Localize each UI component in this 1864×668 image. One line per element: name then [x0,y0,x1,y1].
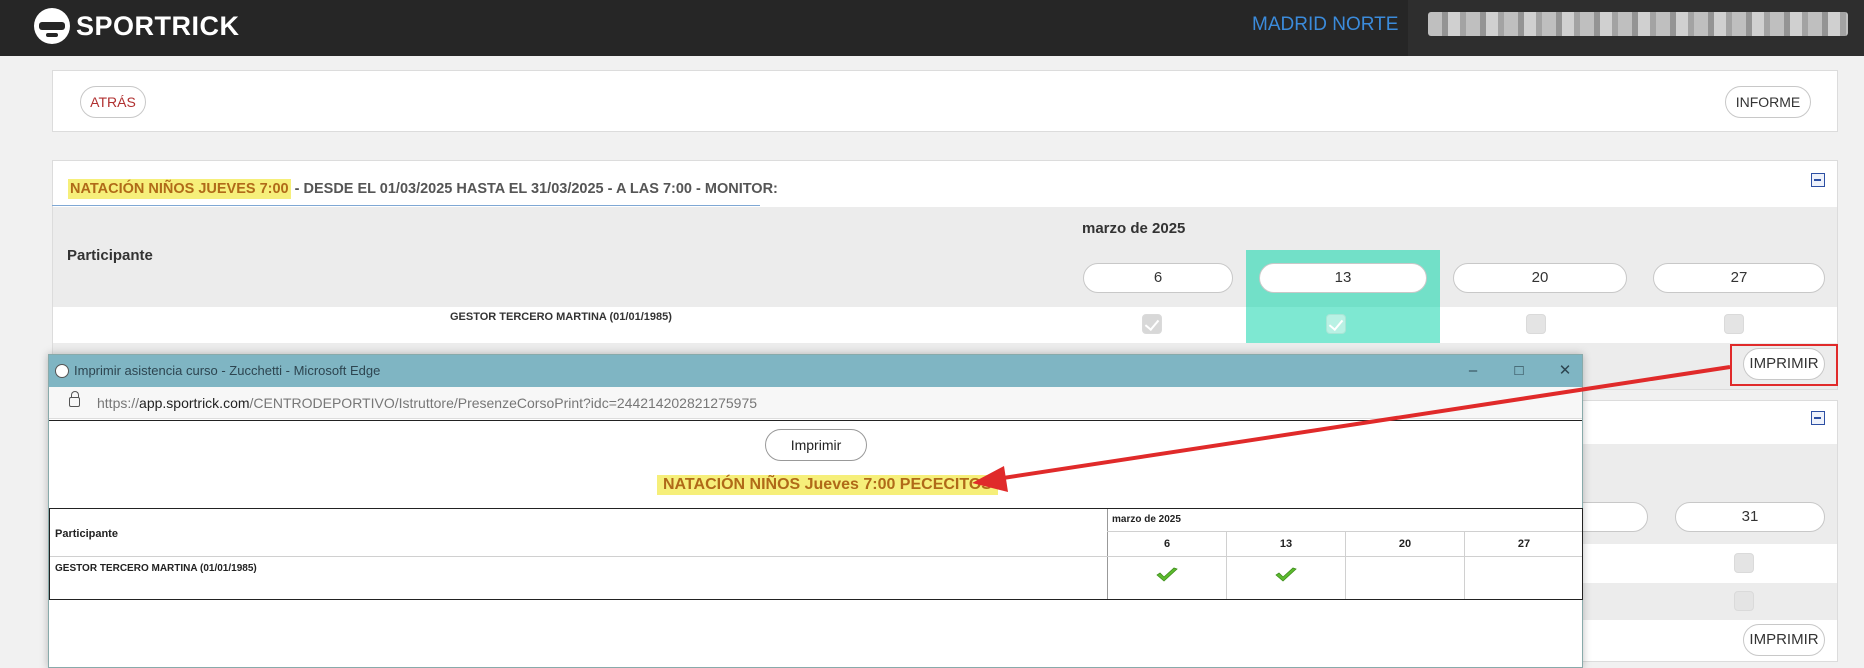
print-date-6: 6 [1163,538,1171,550]
close-icon[interactable]: ✕ [1555,361,1575,381]
course-title-highlight: NATACIÓN NIÑOS JUEVES 7:00 [68,179,291,199]
attendance-checkbox-6[interactable] [1142,314,1162,334]
print-date-13: 13 [1279,538,1293,550]
blurred-user-info [1428,12,1848,36]
print-date-20: 20 [1398,538,1412,550]
attendance-checkbox-2a[interactable] [1734,553,1754,573]
logo[interactable]: SPORTRICK [34,6,240,46]
maximize-icon[interactable]: □ [1509,361,1529,381]
annotation-highlight-box [1730,344,1838,386]
collapse-icon[interactable] [1811,173,1825,187]
print-popup-window: Imprimir asistencia curso - Zucchetti - … [48,354,1583,668]
print-month-label: marzo de 2025 [1112,514,1181,525]
logo-text: SPORTRICK [76,10,240,41]
participant-name: GESTOR TERCERO MARTINA (01/01/1985) [450,311,672,323]
print-date-27: 27 [1517,538,1531,550]
table-divider [1107,509,1108,599]
date-pill-13[interactable]: 13 [1259,263,1427,293]
logo-icon [34,8,70,44]
url-text[interactable]: https://app.sportrick.com/CENTRODEPORTIV… [97,395,757,411]
green-check-icon [1275,567,1297,582]
report-button[interactable]: INFORME [1725,86,1811,118]
back-button[interactable]: ATRÁS [80,86,146,118]
top-bar: SPORTRICK MADRID NORTE [0,0,1864,56]
course-title-details: - DESDE EL 01/03/2025 HASTA EL 31/03/202… [290,181,778,197]
collapse-icon-2[interactable] [1811,411,1825,425]
center-name[interactable]: MADRID NORTE [1252,14,1398,36]
month-label: marzo de 2025 [1082,220,1186,237]
date-pill-27[interactable]: 27 [1653,263,1825,293]
table-divider [50,556,1582,557]
date-pill-20[interactable]: 20 [1453,263,1627,293]
toolbar-card [52,70,1838,132]
user-menu[interactable] [1408,0,1864,56]
green-check-icon [1156,567,1178,582]
popup-divider [49,420,1582,421]
title-underline [52,205,760,206]
attendance-checkbox-20[interactable] [1526,314,1546,334]
lock-icon [69,391,80,407]
minimize-icon[interactable]: – [1463,361,1483,381]
print-button-2[interactable]: IMPRIMIR [1743,624,1825,656]
course-title: NATACIÓN NIÑOS JUEVES 7:00 - DESDE EL 01… [68,178,778,204]
date-pill-6[interactable]: 6 [1083,263,1233,293]
browser-favicon-icon [55,364,69,378]
print-participant-header: Participante [55,528,118,540]
print-course-title: NATACIÓN NIÑOS Jueves 7:00 PECECITOS [657,475,998,495]
popup-window-title: Imprimir asistencia curso - Zucchetti - … [74,363,381,378]
date-pill-31[interactable]: 31 [1675,502,1825,532]
address-bar[interactable]: https://app.sportrick.com/CENTRODEPORTIV… [49,387,1582,419]
participant-header: Participante [67,247,153,264]
popup-title-bar[interactable]: Imprimir asistencia curso - Zucchetti - … [49,355,1582,387]
attendance-checkbox-13[interactable] [1326,314,1346,334]
print-participant-name: GESTOR TERCERO MARTINA (01/01/1985) [55,563,257,574]
attendance-checkbox-27[interactable] [1724,314,1744,334]
print-attendance-table: Participante marzo de 2025 6 13 20 27 GE… [49,508,1583,600]
popup-print-button[interactable]: Imprimir [765,429,867,461]
attendance-checkbox-2b[interactable] [1734,591,1754,611]
